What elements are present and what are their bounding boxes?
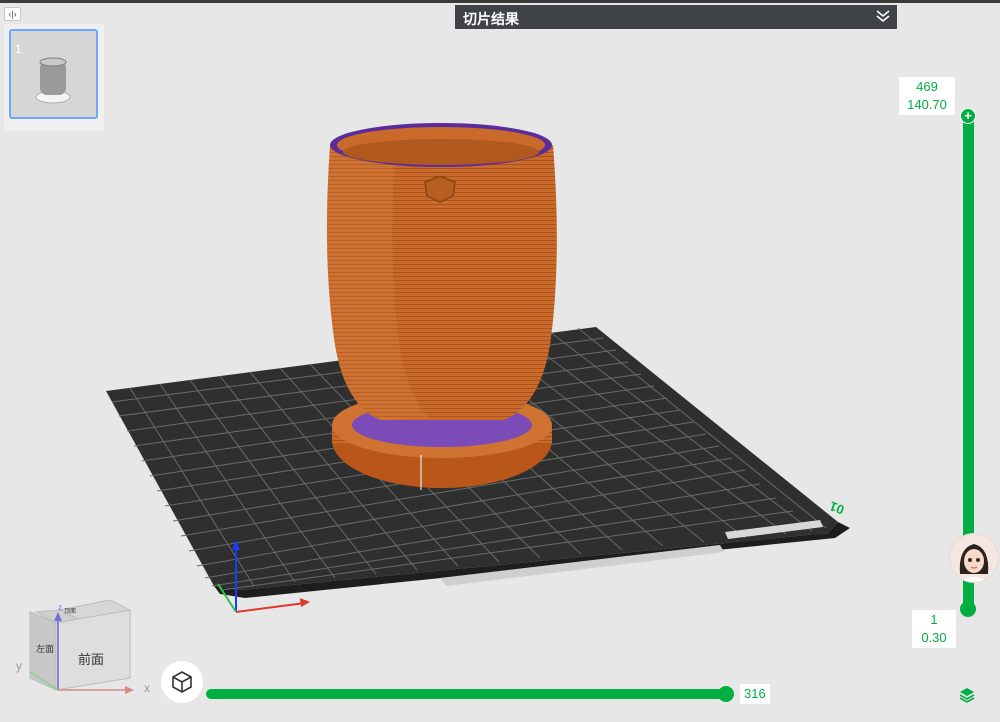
bottom-layer-handle[interactable] xyxy=(960,601,976,617)
bottom-layer-height: 0.30 xyxy=(921,630,947,645)
nav-cube-x-label: x xyxy=(144,681,150,695)
nav-cube-y-label: y xyxy=(16,659,22,673)
double-chevron-down-icon[interactable] xyxy=(875,8,891,29)
slice-result-header[interactable]: 切片结果 xyxy=(455,5,897,29)
plate-number-label: 01 xyxy=(827,498,846,517)
assistant-avatar[interactable] xyxy=(949,533,999,583)
move-slider-handle[interactable] xyxy=(718,686,734,702)
nav-cube-front-label: 前面 xyxy=(78,652,104,667)
top-layer-number: 469 xyxy=(916,79,938,94)
bottom-layer-number: 1 xyxy=(930,612,938,627)
move-slider[interactable] xyxy=(206,689,730,699)
navigation-cube[interactable]: 前面 左面 顶面 x y z xyxy=(6,590,156,710)
move-value-readout: 316 xyxy=(740,684,770,704)
top-layer-readout: 469 140.70 xyxy=(899,77,955,115)
top-layer-handle[interactable]: + xyxy=(960,108,976,124)
view-mode-button[interactable] xyxy=(161,661,203,703)
cube-view-icon xyxy=(172,671,192,693)
top-layer-height: 140.70 xyxy=(907,97,947,112)
bottom-layer-readout: 1 0.30 xyxy=(912,610,956,648)
slice-result-title: 切片结果 xyxy=(463,11,519,27)
nav-cube-z-label: z xyxy=(58,603,62,612)
nav-cube-top-label: 顶面 xyxy=(64,608,76,615)
nav-cube-left-label: 左面 xyxy=(36,643,54,654)
layers-icon[interactable] xyxy=(958,686,976,709)
sliced-model xyxy=(326,123,557,490)
